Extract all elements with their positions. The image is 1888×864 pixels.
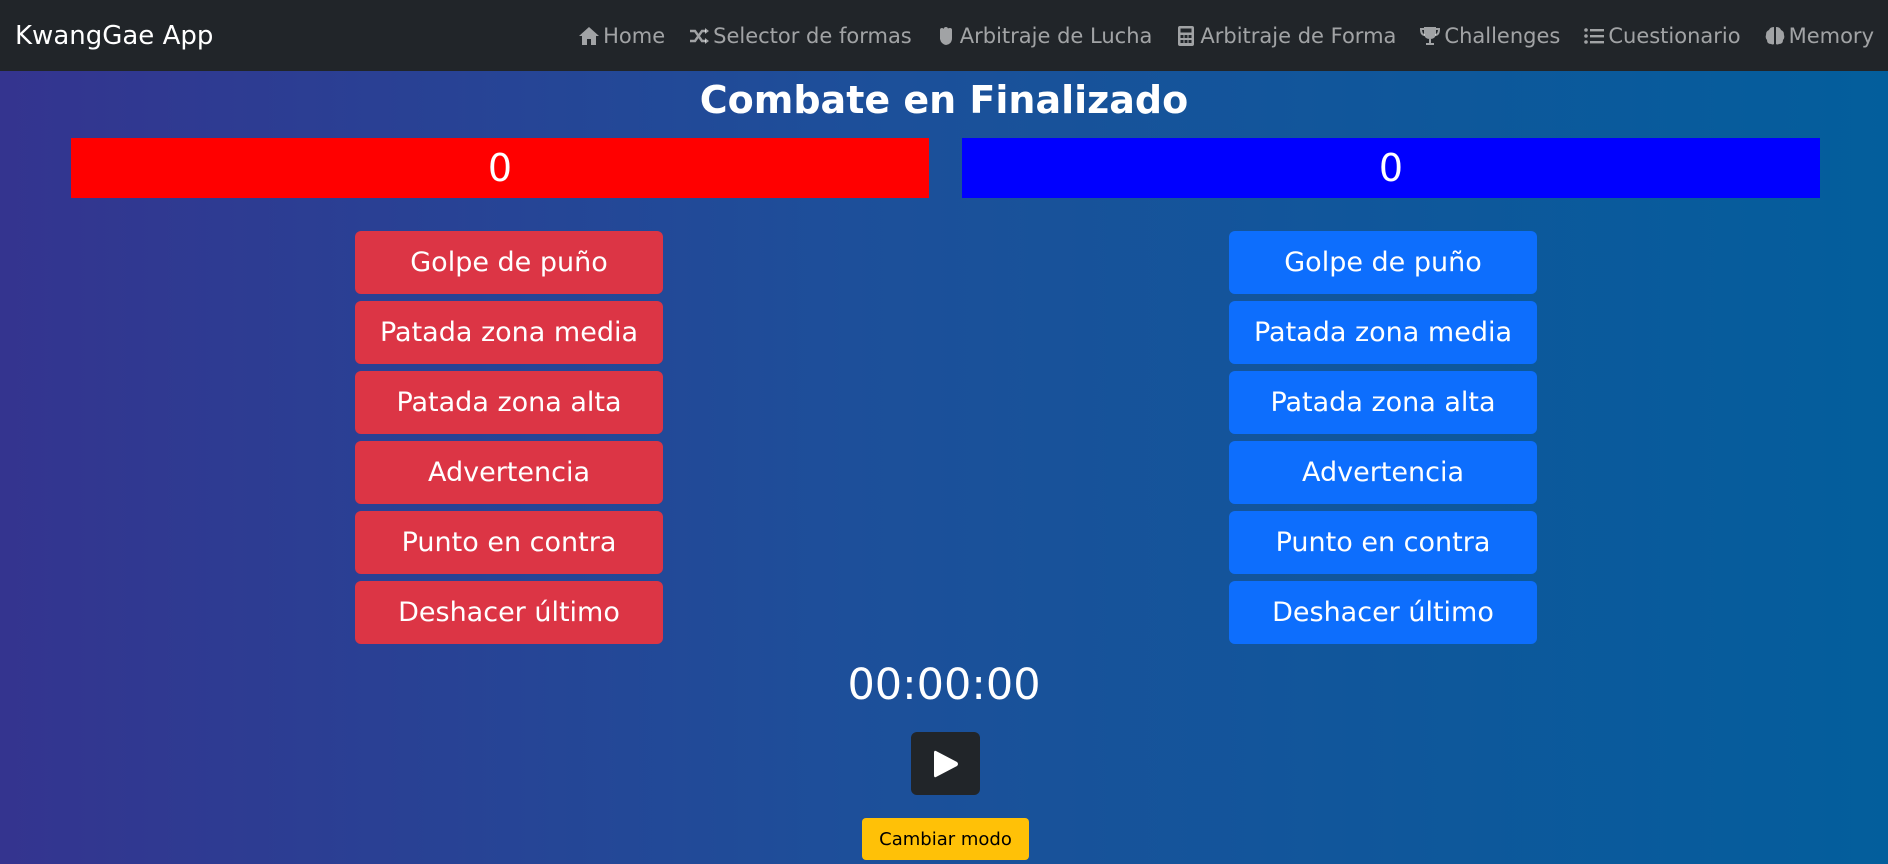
nav-item-arbitraje-de-lucha[interactable]: Arbitraje de Lucha (934, 23, 1153, 48)
blue-golpe-de-puno-button[interactable]: Golpe de puño (1229, 231, 1537, 294)
match-timer: 00:00:00 (847, 660, 1041, 710)
navbar: KwangGae App Home Selector de formas Arb… (0, 0, 1888, 71)
list-icon (1582, 24, 1606, 48)
trophy-icon (1418, 24, 1442, 48)
red-deshacer-ultimo-button[interactable]: Deshacer último (355, 581, 663, 644)
nav-item-label: Cuestionario (1608, 23, 1741, 48)
nav-item-challenges[interactable]: Challenges (1418, 24, 1560, 48)
nav-item-label: Home (603, 23, 666, 48)
blue-deshacer-ultimo-button[interactable]: Deshacer último (1229, 581, 1537, 644)
blue-patada-zona-media-button[interactable]: Patada zona media (1229, 301, 1537, 364)
nav-item-home[interactable]: Home (577, 24, 665, 48)
red-actions: Golpe de puño Patada zona media Patada z… (355, 231, 663, 651)
nav-item-arbitraje-de-forma[interactable]: Arbitraje de Forma (1174, 24, 1396, 48)
brain-icon (1763, 24, 1787, 48)
red-score-value: 0 (487, 146, 513, 190)
change-mode-button[interactable]: Cambiar modo (862, 818, 1029, 860)
nav-item-label: Memory (1788, 23, 1874, 48)
blue-advertencia-button[interactable]: Advertencia (1229, 441, 1537, 504)
nav-item-selector-de-formas[interactable]: Selector de formas (687, 24, 912, 48)
play-icon (932, 749, 960, 779)
play-button[interactable] (911, 732, 980, 795)
red-score-panel: 0 (71, 138, 929, 198)
shuffle-icon (687, 24, 711, 48)
nav-item-label: Arbitraje de Lucha (959, 23, 1153, 48)
blue-patada-zona-alta-button[interactable]: Patada zona alta (1229, 371, 1537, 434)
calculator-icon (1174, 24, 1198, 48)
nav-menu: Home Selector de formas Arbitraje de Luc… (555, 0, 1874, 71)
nav-item-label: Selector de formas (713, 23, 912, 48)
nav-item-cuestionario[interactable]: Cuestionario (1582, 23, 1741, 48)
nav-item-memory[interactable]: Memory (1763, 24, 1874, 48)
brand-link[interactable]: KwangGae App (15, 0, 213, 71)
blue-score-value: 0 (1378, 146, 1404, 190)
nav-item-label: Arbitraje de Forma (1200, 23, 1397, 48)
page-title: Combate en Finalizado (699, 78, 1189, 122)
blue-actions: Golpe de puño Patada zona media Patada z… (1229, 231, 1537, 651)
nav-item-label: Challenges (1444, 23, 1561, 48)
red-patada-zona-media-button[interactable]: Patada zona media (355, 301, 663, 364)
red-advertencia-button[interactable]: Advertencia (355, 441, 663, 504)
home-icon (577, 24, 601, 48)
fist-icon (934, 24, 958, 48)
blue-punto-en-contra-button[interactable]: Punto en contra (1229, 511, 1537, 574)
red-golpe-de-puno-button[interactable]: Golpe de puño (355, 231, 663, 294)
blue-score-panel: 0 (962, 138, 1820, 198)
red-punto-en-contra-button[interactable]: Punto en contra (355, 511, 663, 574)
red-patada-zona-alta-button[interactable]: Patada zona alta (355, 371, 663, 434)
